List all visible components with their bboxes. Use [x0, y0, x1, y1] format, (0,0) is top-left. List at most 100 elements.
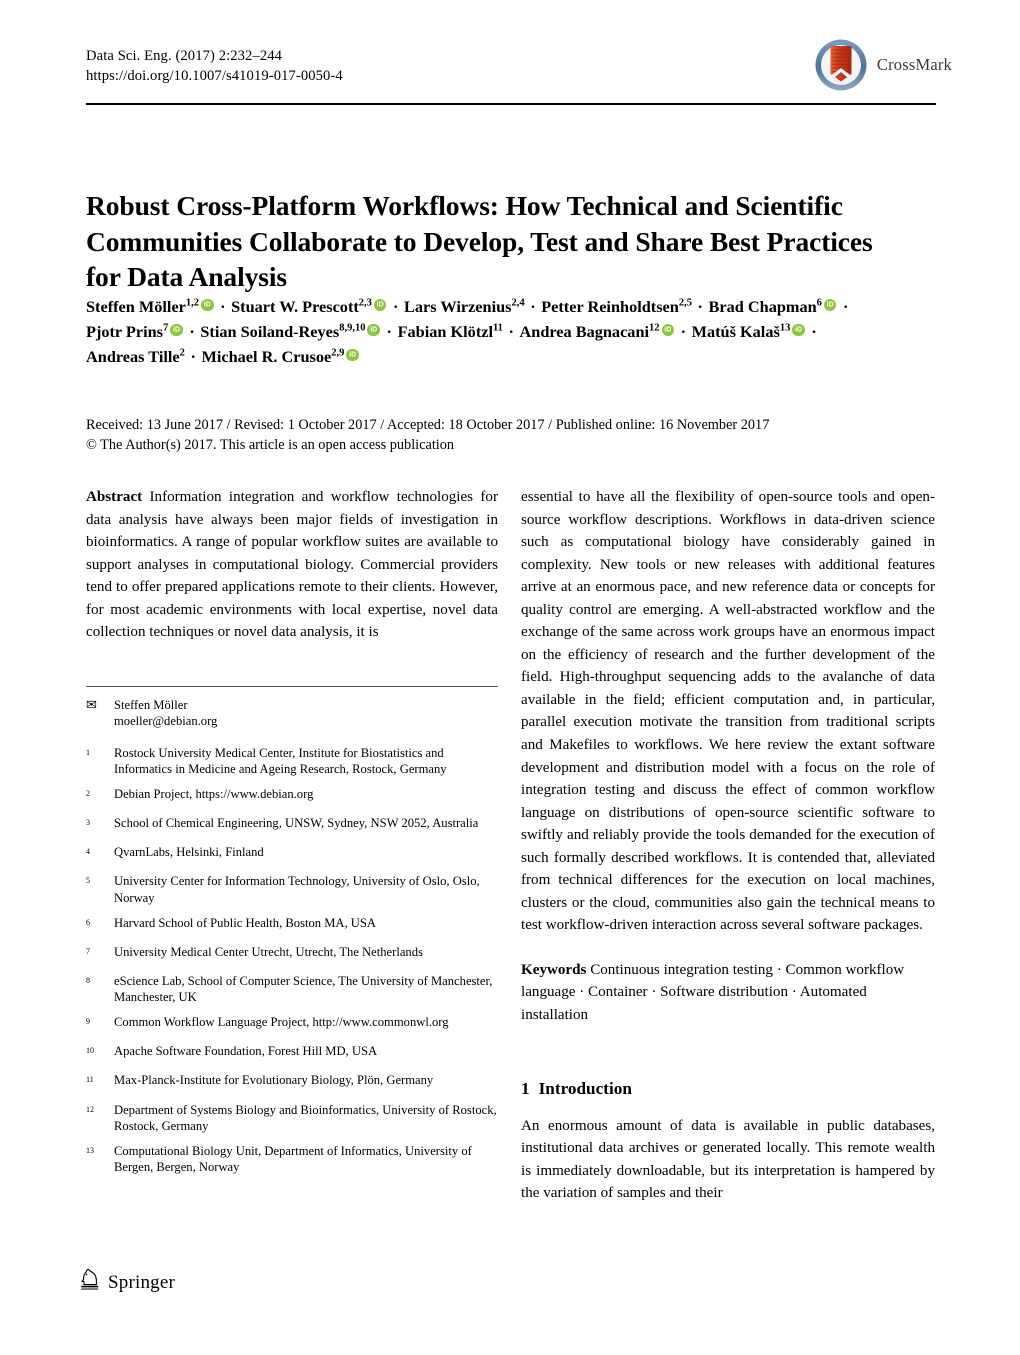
affiliation-number: 4 [86, 847, 90, 857]
affiliation-number: 7 [86, 946, 90, 956]
affiliation-row: 4 QvarnLabs, Helsinki, Finland [86, 844, 500, 865]
author-entry: Michael R. Crusoe2,9 [201, 347, 359, 366]
affiliation-row: 9 Common Workflow Language Project, http:… [86, 1014, 500, 1035]
header-divider [86, 103, 936, 105]
author-name: Andrea Bagnacani [519, 322, 650, 341]
affiliation-row: 10 Apache Software Foundation, Forest Hil… [86, 1043, 500, 1064]
correspondence-name: Steffen Möller [114, 698, 188, 712]
crossmark-logo-icon [814, 38, 868, 92]
affiliation-row: 7 University Medical Center Utrecht, Utre… [86, 944, 500, 965]
author-separator: · [693, 297, 708, 316]
author-entry: Lars Wirzenius2,4 [404, 297, 525, 316]
keywords-block: Keywords Continuous integration testing … [521, 959, 935, 1027]
affiliation-number: 2 [86, 789, 90, 799]
dates-line: Received: 13 June 2017 / Revised: 1 Octo… [86, 417, 770, 433]
envelope-icon: ✉ [86, 697, 97, 712]
author-affiliation-marker: 1,2 [185, 297, 200, 309]
affiliation-number: 8 [86, 975, 90, 985]
affiliations-block: ✉ Steffen Möller moeller@debian.org 1 Ros… [86, 697, 500, 1184]
author-name: Andreas Tille [86, 347, 180, 366]
affiliation-text: University Medical Center Utrecht, Utrec… [114, 944, 423, 959]
affiliation-number: 11 [86, 1075, 94, 1085]
affiliation-text: QvarnLabs, Helsinki, Finland [114, 845, 264, 860]
orcid-icon[interactable] [170, 323, 183, 336]
affiliation-text: Max-Planck-Institute for Evolutionary Bi… [114, 1073, 434, 1088]
affiliation-text: School of Chemical Engineering, UNSW, Sy… [114, 816, 479, 831]
affiliation-text: Debian Project, https://www.debian.org [114, 787, 314, 802]
article-doi: https://doi.org/10.1007/s41019-017-0050-… [86, 68, 343, 84]
author-entry: Andrea Bagnacani12 [520, 322, 676, 341]
author-entry: Stuart W. Prescott2,3 [231, 297, 387, 316]
author-entry: Pjotr Prins7 [86, 322, 184, 341]
affiliation-text: Department of Systems Biology and Bioinf… [114, 1102, 497, 1133]
affiliation-text: Computational Biology Unit, Department o… [114, 1143, 472, 1175]
author-entry: Brad Chapman6 [709, 297, 838, 316]
affiliation-text: Apache Software Foundation, Forest Hill … [114, 1044, 378, 1059]
springer-knight-icon [80, 1268, 102, 1297]
abstract-label: Abstract [86, 489, 143, 505]
affiliation-text: Harvard School of Public Health, Boston … [114, 915, 376, 930]
orcid-icon[interactable] [346, 348, 359, 361]
journal-masthead: Data Sci. Eng. (2017) 2:232–244 https://… [86, 46, 686, 86]
author-name: Brad Chapman [708, 297, 817, 316]
introduction-paragraph: An enormous amount of data is available … [521, 1117, 935, 1202]
correspondence-row: ✉ Steffen Möller moeller@debian.org [86, 697, 500, 730]
author-separator: · [388, 297, 403, 316]
affiliation-number: 10 [86, 1046, 94, 1056]
correspondence-divider [86, 686, 498, 687]
author-entry: Fabian Klötzl11 [398, 322, 503, 341]
publication-dates: Received: 13 June 2017 / Revised: 1 Octo… [86, 415, 886, 455]
author-affiliation-marker: 2,9 [331, 347, 345, 359]
page-title: Robust Cross-Platform Workflows: How Tec… [86, 190, 873, 293]
author-entry: Matúš Kalaš13 [692, 322, 806, 341]
affiliation-row: 11 Max-Planck-Institute for Evolutionary … [86, 1072, 500, 1093]
affiliation-number: 6 [86, 917, 90, 927]
author-affiliation-marker: 13 [779, 322, 791, 334]
section-number: 1 [521, 1078, 530, 1098]
author-affiliation-marker: 12 [649, 322, 660, 334]
correspondence-email[interactable]: moeller@debian.org [114, 713, 500, 729]
author-affiliation-marker: 2,4 [511, 297, 525, 309]
abstract-left: Abstract Information integration and wor… [86, 486, 498, 644]
author-name: Fabian Klötzl [397, 322, 493, 341]
author-separator: · [838, 297, 849, 316]
orcid-icon[interactable] [373, 298, 387, 311]
author-affiliation-marker: 11 [493, 322, 503, 334]
affiliation-number: 13 [86, 1145, 94, 1155]
affiliation-row: 2 Debian Project, https://www.debian.org [86, 786, 500, 807]
affiliation-number: 9 [86, 1017, 90, 1027]
affiliation-number: 1 [86, 747, 90, 757]
author-separator: · [504, 322, 518, 341]
author-separator: · [676, 322, 691, 341]
author-separator: · [186, 347, 200, 366]
author-name: Lars Wirzenius [404, 297, 512, 316]
publisher-name: Springer [108, 1271, 176, 1293]
crossmark-badge[interactable]: CrossMark [814, 38, 952, 92]
author-separator: · [382, 322, 397, 341]
orcid-icon[interactable] [661, 323, 675, 336]
author-affiliation-marker: 2,5 [678, 297, 692, 309]
affiliation-number: 5 [86, 876, 90, 886]
affiliation-row: 6 Harvard School of Public Health, Boston… [86, 915, 500, 936]
section-title: Introduction [538, 1078, 632, 1098]
abstract-text-left: Information integration and workflow tec… [86, 489, 498, 641]
orcid-icon[interactable] [201, 298, 214, 311]
crossmark-label: CrossMark [876, 55, 952, 74]
affiliation-row: 3 School of Chemical Engineering, UNSW, S… [86, 815, 500, 836]
author-entry: Stian Soiland-Reyes8,9,10 [200, 322, 381, 341]
orcid-icon[interactable] [367, 323, 380, 336]
author-name: Matúš Kalaš [691, 322, 780, 341]
author-separator: · [807, 322, 817, 341]
author-affiliation-marker: 2,3 [358, 297, 372, 309]
author-affiliation-marker: 7 [163, 322, 169, 334]
affiliation-number: 12 [86, 1104, 94, 1114]
orcid-icon[interactable] [792, 323, 805, 336]
author-entry: Steffen Möller1,2 [86, 297, 215, 316]
section-heading-introduction: 1 Introduction [521, 1079, 935, 1099]
author-entry: Andreas Tille2 [86, 347, 185, 366]
author-list: Steffen Möller1,2 · Stuart W. Prescott2,… [86, 294, 876, 369]
author-separator: · [216, 297, 230, 316]
author-name: Michael R. Crusoe [201, 347, 332, 366]
affiliation-row: 8 eScience Lab, School of Computer Scienc… [86, 973, 500, 1006]
orcid-icon[interactable] [823, 298, 837, 311]
